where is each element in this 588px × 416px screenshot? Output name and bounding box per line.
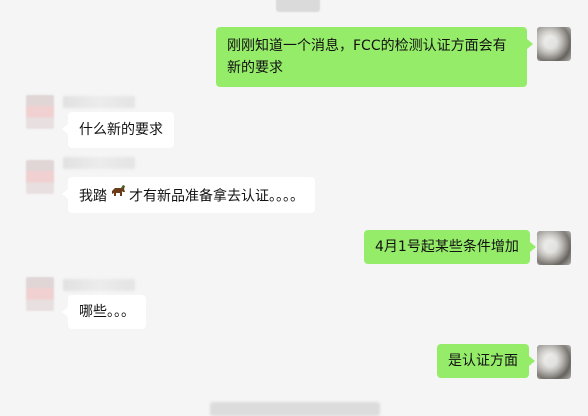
message-bubble-self[interactable]: 4月1号起某些条件增加 (364, 230, 536, 264)
message-bubble-self[interactable]: 刚刚知道一个消息，FCC的检测认证方面会有新的要求 (216, 27, 533, 87)
contact-avatar[interactable] (26, 277, 54, 311)
message-bubble-other[interactable]: 哪些。。。 (62, 295, 146, 329)
message-text-after: 才有新品准备拿去认证。。。。 (129, 188, 304, 205)
message-text: 哪些。。。 (79, 304, 135, 320)
contact-name-blurred (63, 157, 135, 169)
message-text: 4月1号起某些条件增加 (375, 239, 519, 255)
system-notice-blurred (210, 402, 380, 416)
contact-name-blurred (63, 279, 135, 291)
message-bubble-self[interactable]: 是认证方面 (437, 344, 535, 378)
self-avatar[interactable] (537, 231, 571, 265)
message-text: 什么新的要求 (79, 122, 163, 138)
message-text-before: 我踏 (79, 188, 107, 205)
contact-avatar[interactable] (26, 95, 54, 129)
self-avatar[interactable] (537, 27, 571, 61)
timestamp-blurred (276, 0, 320, 12)
contact-name-blurred (63, 96, 135, 108)
self-avatar[interactable] (537, 345, 571, 379)
message-text: 是认证方面 (448, 353, 518, 369)
message-text: 刚刚知道一个消息，FCC的检测认证方面会有新的要求 (227, 38, 507, 76)
horse-icon (109, 184, 127, 207)
contact-avatar[interactable] (26, 160, 54, 194)
message-bubble-other[interactable]: 我踏 才有新品准备拿去认证。。。。 (62, 177, 315, 213)
message-bubble-other[interactable]: 什么新的要求 (62, 112, 174, 148)
